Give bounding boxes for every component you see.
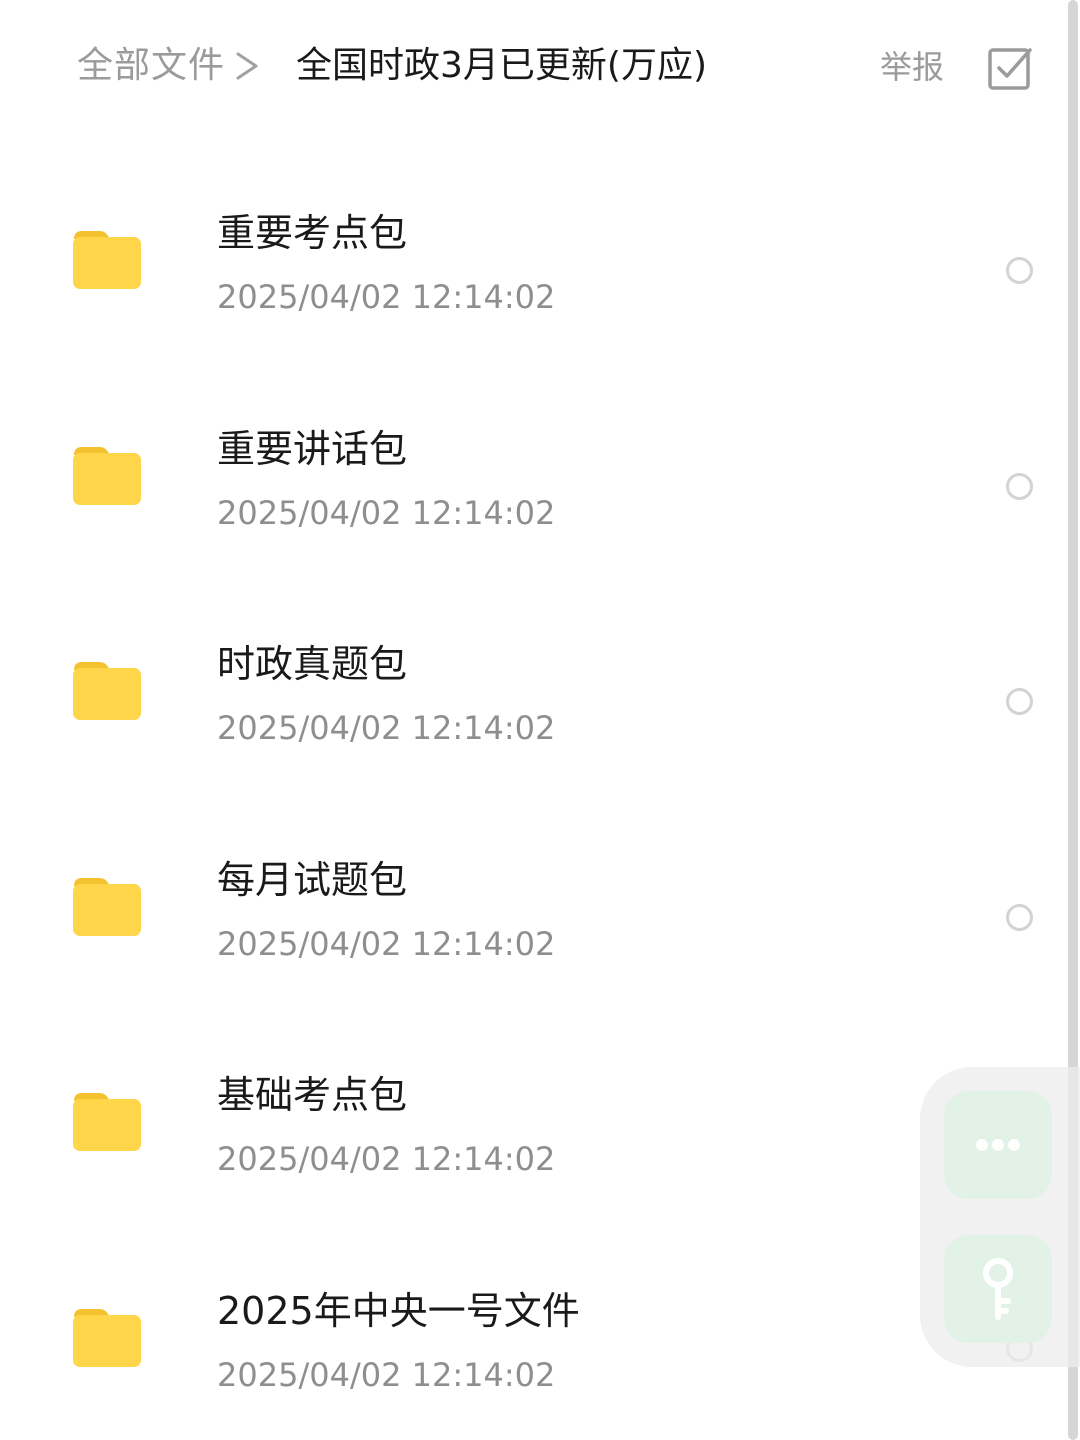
folder-date: 2025/04/02 12:14:02 [217,1355,556,1394]
floating-tool-panel [920,1067,1080,1367]
folder-name: 重要讲话包 [217,426,408,471]
list-item[interactable]: 每月试题包 2025/04/02 12:14:02 [0,802,1066,1018]
select-radio[interactable] [1006,472,1033,500]
header: 全部文件 全国时政3月已更新(万应) 举报 [0,0,1066,135]
file-list: 重要考点包 2025/04/02 12:14:02 重要讲话包 2025/04/… [0,155,1066,1440]
key-button[interactable] [944,1235,1052,1343]
folder-date: 2025/04/02 12:14:02 [217,924,556,963]
folder-icon [73,1093,141,1151]
select-radio[interactable] [1006,688,1033,715]
select-radio[interactable] [1006,257,1033,284]
report-button[interactable]: 举报 [880,46,944,88]
list-item[interactable]: 重要讲话包 2025/04/02 12:14:02 [0,371,1066,587]
folder-icon [73,662,141,720]
folder-date: 2025/04/02 12:14:02 [217,278,556,316]
folder-date: 2025/04/02 12:14:02 [217,1140,556,1178]
folder-name: 2025年中央一号文件 [217,1288,580,1333]
more-button[interactable] [944,1091,1052,1199]
file-browser-page: 全部文件 全国时政3月已更新(万应) 举报 重要考点包 2025/04/02 1… [0,0,1080,1440]
folder-name: 时政真题包 [217,642,408,686]
list-item[interactable]: 基础考点包 2025/04/02 12:14:02 [0,1017,1066,1233]
folder-name: 每月试题包 [217,857,408,902]
folder-date: 2025/04/02 12:14:02 [217,709,556,747]
folder-date: 2025/04/02 12:14:02 [217,493,556,532]
folder-icon [73,877,141,936]
list-item[interactable]: 重要考点包 2025/04/02 12:14:02 [0,155,1066,371]
more-icon [976,1139,1020,1151]
folder-icon [73,446,141,505]
folder-icon [73,1308,141,1367]
key-icon [983,1258,1013,1320]
folder-icon [73,231,141,289]
select-radio[interactable] [1006,903,1033,931]
list-item[interactable]: 2025年中央一号文件 2025/04/02 12:14:02 [0,1233,1066,1440]
checkbox-icon[interactable] [986,44,1034,92]
breadcrumb-root[interactable]: 全部文件 [77,42,225,90]
folder-name: 重要考点包 [217,211,408,255]
chevron-right-icon [236,52,258,80]
breadcrumb-current-folder: 全国时政3月已更新(万应) [296,45,707,86]
folder-name: 基础考点包 [217,1073,408,1117]
list-item[interactable]: 时政真题包 2025/04/02 12:14:02 [0,586,1066,802]
